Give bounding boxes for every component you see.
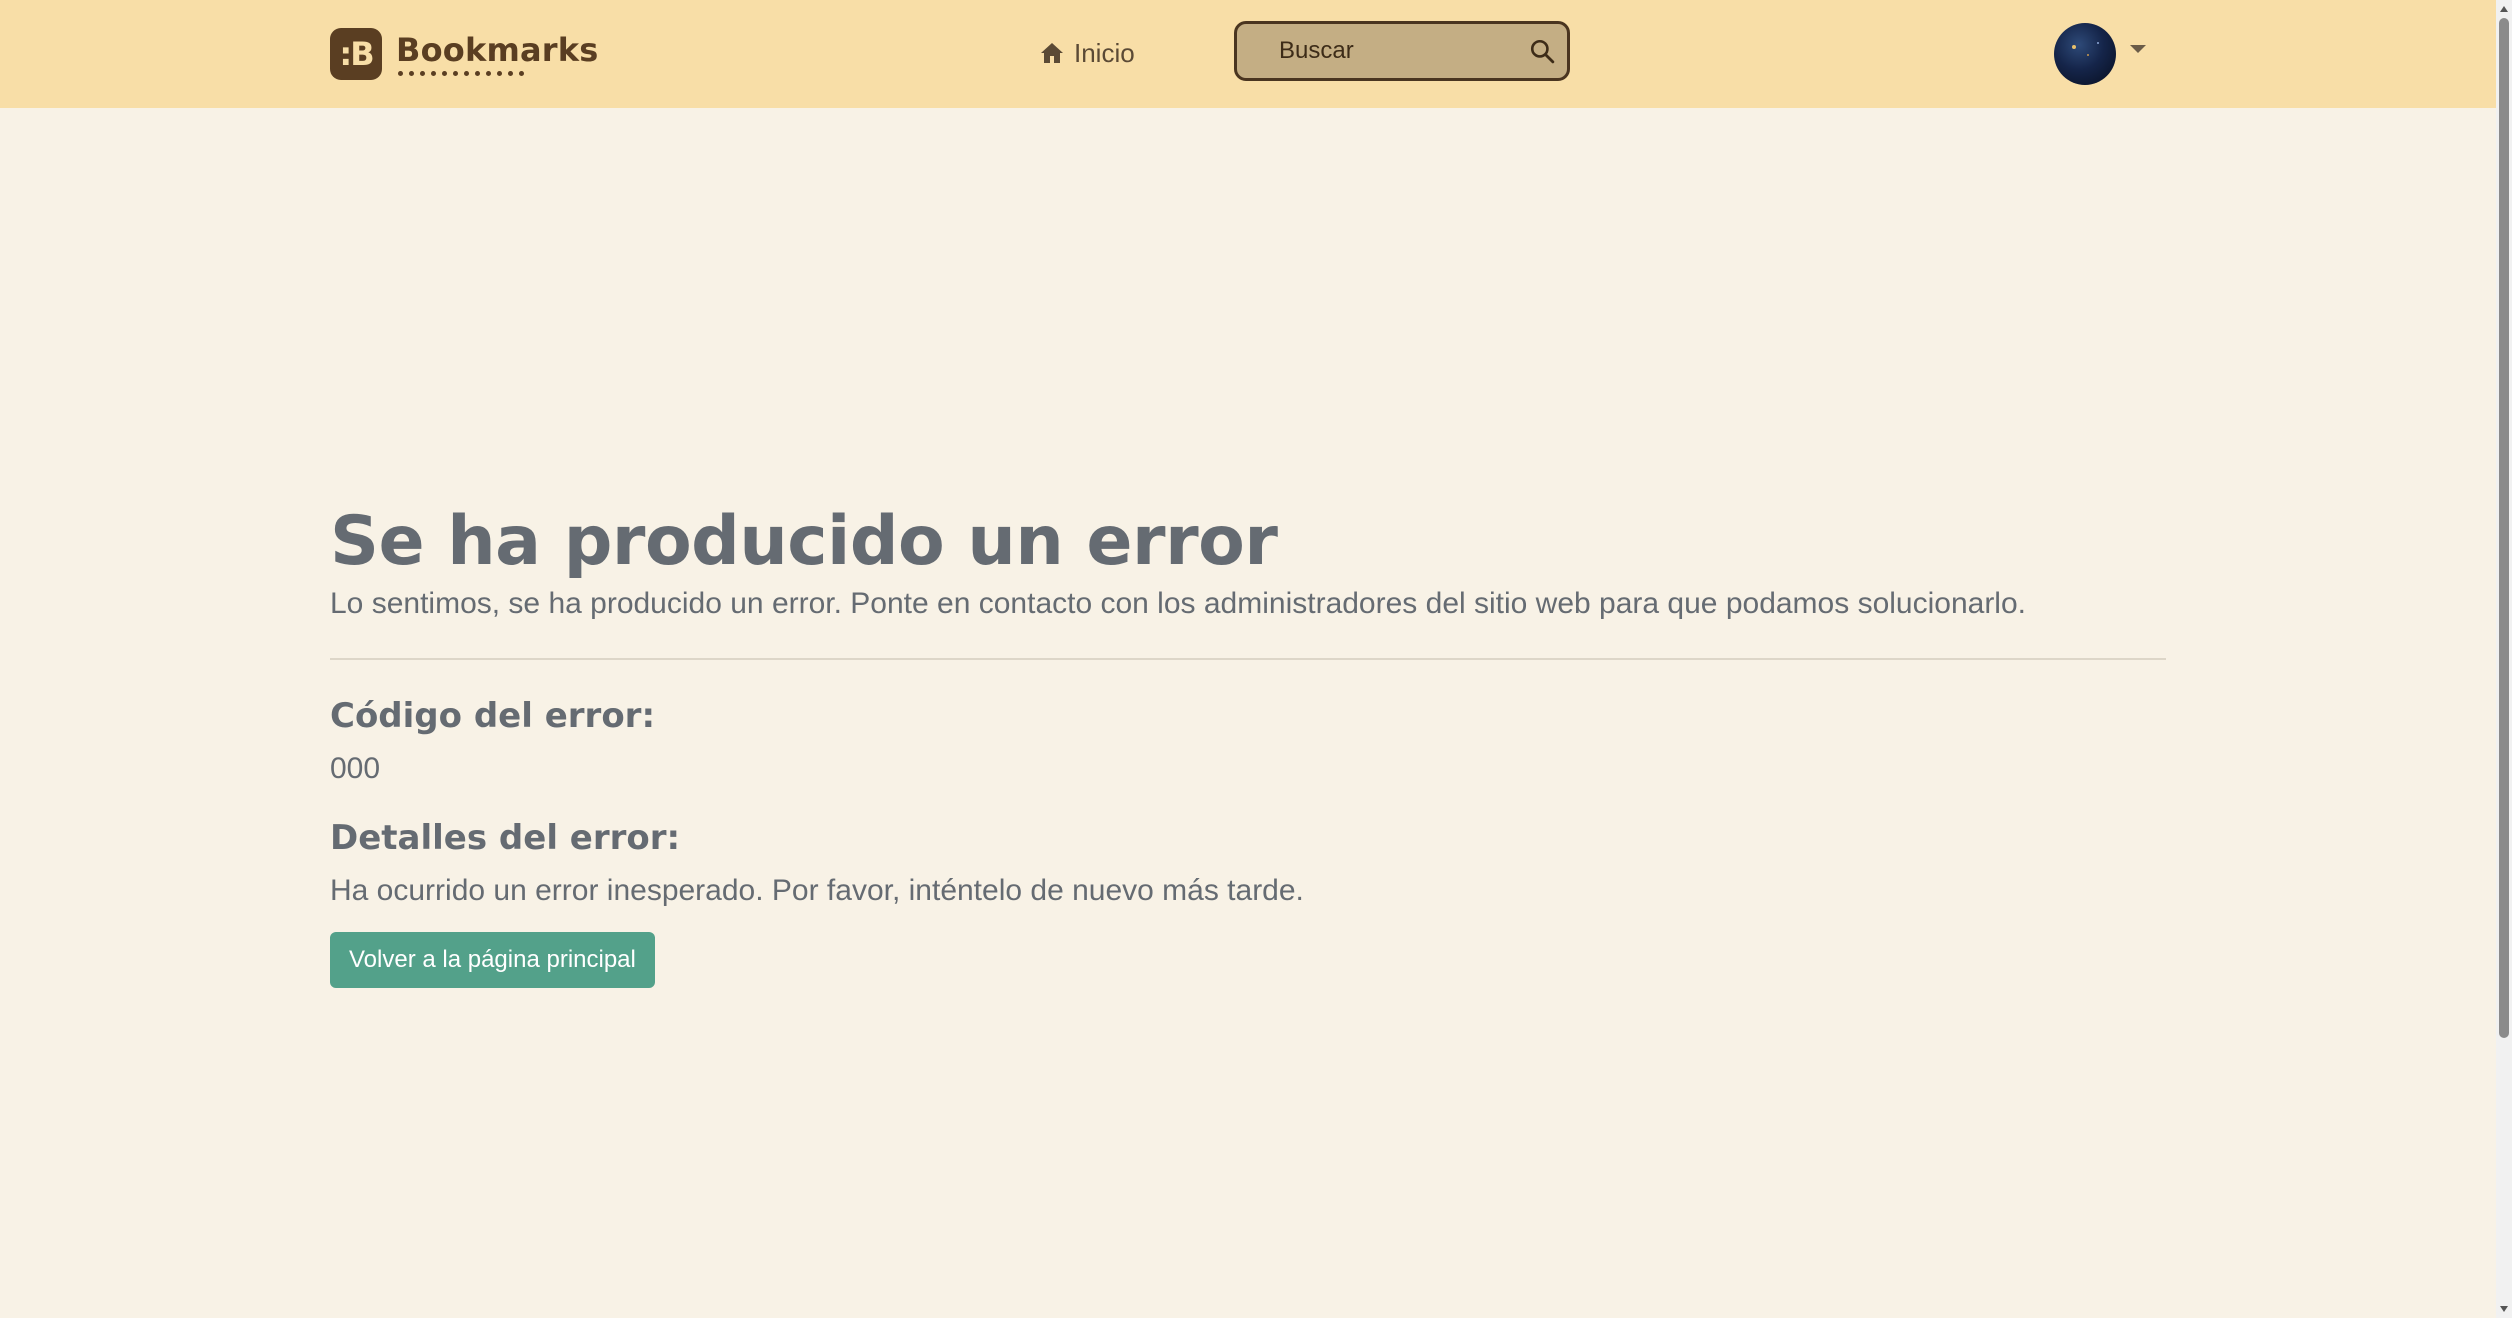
error-details-text: Ha ocurrido un error inesperado. Por fav… <box>330 874 1304 907</box>
search-icon[interactable] <box>1527 36 1557 66</box>
brand-wordmark: Bookmarks <box>396 33 599 76</box>
top-navbar: :B Bookmarks Inicio <box>0 0 2496 108</box>
avatar <box>2054 23 2116 85</box>
error-code-value: 000 <box>330 752 381 785</box>
error-lead-text: Lo sentimos, se ha producido un error. P… <box>330 587 2026 620</box>
back-to-home-button[interactable]: Volver a la página principal <box>330 932 655 988</box>
brand-logo-link[interactable]: :B Bookmarks <box>330 28 599 80</box>
scroll-up-arrow-icon[interactable] <box>2500 6 2508 12</box>
error-content: Se ha producido un error Lo sentimos, se… <box>330 500 2166 988</box>
nav-home-link[interactable]: Inicio <box>1040 30 1135 76</box>
brand-logo-icon: :B <box>330 28 382 80</box>
search-box <box>1234 21 1570 81</box>
user-menu-toggle[interactable] <box>2054 23 2146 85</box>
divider <box>330 658 2166 660</box>
error-details-heading: Detalles del error: <box>330 818 681 858</box>
page-title: Se ha producido un error <box>330 502 1278 581</box>
error-code-heading: Código del error: <box>330 696 656 736</box>
search-input[interactable] <box>1237 24 1567 78</box>
brand-dots-decoration <box>398 70 599 76</box>
nav-home-label: Inicio <box>1074 37 1135 68</box>
brand-name: Bookmarks <box>396 30 599 69</box>
home-icon <box>1040 41 1064 65</box>
scroll-thumb[interactable] <box>2499 18 2509 1038</box>
vertical-scrollbar[interactable] <box>2496 0 2512 1318</box>
caret-down-icon <box>2130 45 2146 53</box>
scroll-down-arrow-icon[interactable] <box>2500 1306 2508 1312</box>
